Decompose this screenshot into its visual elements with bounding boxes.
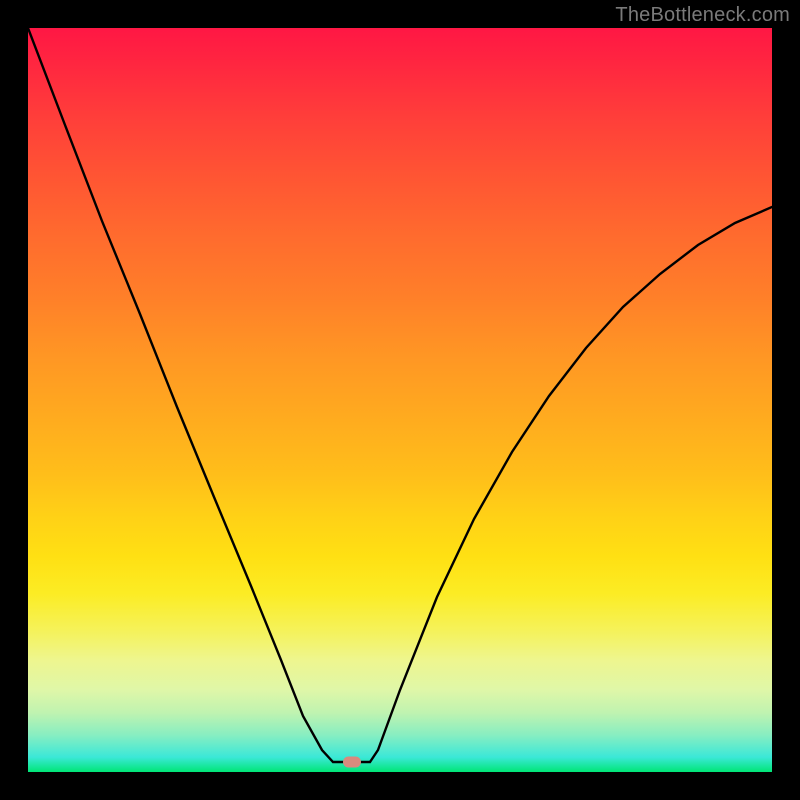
curve-path — [28, 28, 772, 762]
frame: TheBottleneck.com — [0, 0, 800, 800]
optimum-marker — [343, 757, 361, 768]
plot-area — [28, 28, 772, 772]
watermark-text: TheBottleneck.com — [615, 4, 790, 27]
bottleneck-curve — [28, 28, 772, 772]
